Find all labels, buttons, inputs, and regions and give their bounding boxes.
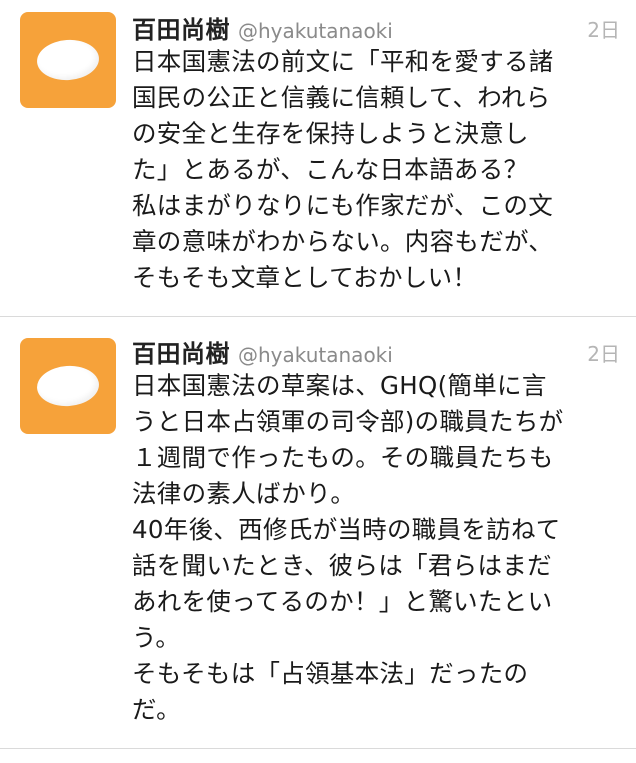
divider bbox=[0, 316, 636, 317]
display-name[interactable]: 百田尚樹 bbox=[132, 340, 230, 368]
tweet-content: 百田尚樹 @hyakutanaoki 2日 日本国憲法の草案は、GHQ(簡単に言 … bbox=[132, 334, 624, 728]
tweet-header: 百田尚樹 @hyakutanaoki 2日 bbox=[132, 10, 624, 44]
tweet-text: 日本国憲法の前文に「平和を愛する諸 国民の公正と信義に信頼して、われら の安全と… bbox=[132, 47, 554, 292]
tweet-text: 日本国憲法の草案は、GHQ(簡単に言 うと日本占領軍の司令部)の職員たちが １週… bbox=[132, 371, 564, 724]
display-name[interactable]: 百田尚樹 bbox=[132, 16, 230, 44]
egg-icon bbox=[35, 363, 101, 409]
divider bbox=[0, 748, 636, 749]
timestamp: 2日 bbox=[587, 18, 620, 42]
tweet[interactable]: 百田尚樹 @hyakutanaoki 2日 日本国憲法の草案は、GHQ(簡単に言 … bbox=[0, 318, 636, 750]
tweet-content: 百田尚樹 @hyakutanaoki 2日 日本国憲法の前文に「平和を愛する諸 国… bbox=[132, 10, 624, 296]
timestamp: 2日 bbox=[587, 342, 620, 366]
user-handle[interactable]: @hyakutanaoki bbox=[238, 19, 393, 43]
avatar[interactable] bbox=[20, 12, 116, 108]
egg-icon bbox=[35, 37, 101, 83]
timeline: 百田尚樹 @hyakutanaoki 2日 日本国憲法の前文に「平和を愛する諸 国… bbox=[0, 0, 636, 763]
tweet-header: 百田尚樹 @hyakutanaoki 2日 bbox=[132, 334, 624, 368]
avatar[interactable] bbox=[20, 338, 116, 434]
tweet[interactable]: 百田尚樹 @hyakutanaoki 2日 日本国憲法の前文に「平和を愛する諸 国… bbox=[0, 0, 636, 318]
user-handle[interactable]: @hyakutanaoki bbox=[238, 343, 393, 367]
